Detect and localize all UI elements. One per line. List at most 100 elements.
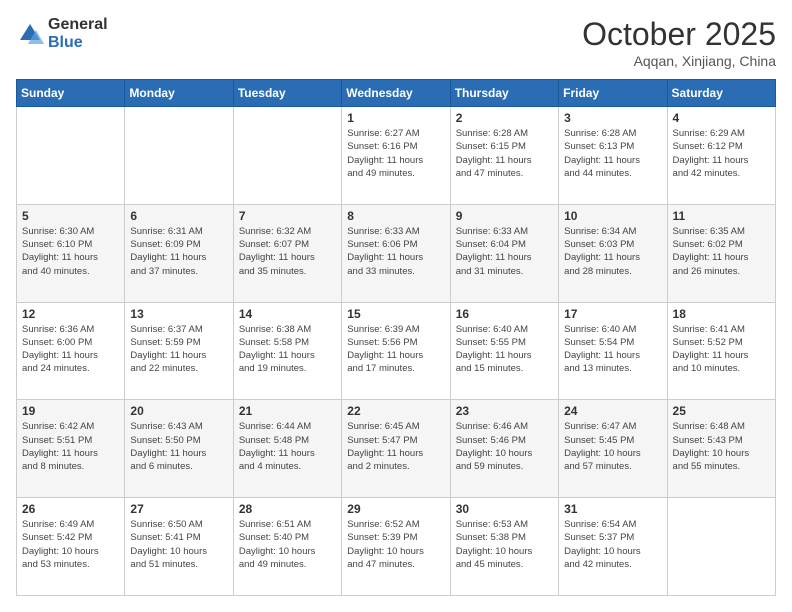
day-number: 18 [673, 307, 770, 321]
day-info: Sunrise: 6:29 AM Sunset: 6:12 PM Dayligh… [673, 127, 770, 180]
day-info: Sunrise: 6:31 AM Sunset: 6:09 PM Dayligh… [130, 225, 227, 278]
calendar-week-row: 5 Sunrise: 6:30 AM Sunset: 6:10 PM Daylig… [17, 204, 776, 302]
day-number: 22 [347, 404, 444, 418]
table-row: 31 Sunrise: 6:54 AM Sunset: 5:37 PM Dayli… [559, 498, 667, 596]
day-number: 13 [130, 307, 227, 321]
table-row [125, 107, 233, 205]
day-number: 23 [456, 404, 553, 418]
table-row [17, 107, 125, 205]
location: Aqqan, Xinjiang, China [582, 53, 776, 69]
day-info: Sunrise: 6:42 AM Sunset: 5:51 PM Dayligh… [22, 420, 119, 473]
day-number: 15 [347, 307, 444, 321]
day-info: Sunrise: 6:50 AM Sunset: 5:41 PM Dayligh… [130, 518, 227, 571]
table-row: 3 Sunrise: 6:28 AM Sunset: 6:13 PM Daylig… [559, 107, 667, 205]
day-info: Sunrise: 6:43 AM Sunset: 5:50 PM Dayligh… [130, 420, 227, 473]
table-row: 30 Sunrise: 6:53 AM Sunset: 5:38 PM Dayli… [450, 498, 558, 596]
title-block: October 2025 Aqqan, Xinjiang, China [582, 16, 776, 69]
day-info: Sunrise: 6:28 AM Sunset: 6:13 PM Dayligh… [564, 127, 661, 180]
calendar-week-row: 19 Sunrise: 6:42 AM Sunset: 5:51 PM Dayli… [17, 400, 776, 498]
day-info: Sunrise: 6:46 AM Sunset: 5:46 PM Dayligh… [456, 420, 553, 473]
day-info: Sunrise: 6:38 AM Sunset: 5:58 PM Dayligh… [239, 323, 336, 376]
day-info: Sunrise: 6:40 AM Sunset: 5:54 PM Dayligh… [564, 323, 661, 376]
col-tuesday: Tuesday [233, 80, 341, 107]
day-number: 25 [673, 404, 770, 418]
day-info: Sunrise: 6:40 AM Sunset: 5:55 PM Dayligh… [456, 323, 553, 376]
col-sunday: Sunday [17, 80, 125, 107]
col-thursday: Thursday [450, 80, 558, 107]
calendar-week-row: 26 Sunrise: 6:49 AM Sunset: 5:42 PM Dayli… [17, 498, 776, 596]
day-info: Sunrise: 6:37 AM Sunset: 5:59 PM Dayligh… [130, 323, 227, 376]
table-row: 18 Sunrise: 6:41 AM Sunset: 5:52 PM Dayli… [667, 302, 775, 400]
table-row [667, 498, 775, 596]
day-number: 19 [22, 404, 119, 418]
table-row: 25 Sunrise: 6:48 AM Sunset: 5:43 PM Dayli… [667, 400, 775, 498]
day-info: Sunrise: 6:30 AM Sunset: 6:10 PM Dayligh… [22, 225, 119, 278]
table-row: 17 Sunrise: 6:40 AM Sunset: 5:54 PM Dayli… [559, 302, 667, 400]
day-info: Sunrise: 6:49 AM Sunset: 5:42 PM Dayligh… [22, 518, 119, 571]
table-row: 12 Sunrise: 6:36 AM Sunset: 6:00 PM Dayli… [17, 302, 125, 400]
day-info: Sunrise: 6:36 AM Sunset: 6:00 PM Dayligh… [22, 323, 119, 376]
day-number: 28 [239, 502, 336, 516]
table-row: 14Sunrise: 6:38 AM Sunset: 5:58 PM Dayli… [233, 302, 341, 400]
day-number: 27 [130, 502, 227, 516]
day-info: Sunrise: 6:35 AM Sunset: 6:02 PM Dayligh… [673, 225, 770, 278]
col-saturday: Saturday [667, 80, 775, 107]
day-info: Sunrise: 6:53 AM Sunset: 5:38 PM Dayligh… [456, 518, 553, 571]
day-number: 24 [564, 404, 661, 418]
day-info: Sunrise: 6:39 AM Sunset: 5:56 PM Dayligh… [347, 323, 444, 376]
day-info: Sunrise: 6:28 AM Sunset: 6:15 PM Dayligh… [456, 127, 553, 180]
calendar-week-row: 12 Sunrise: 6:36 AM Sunset: 6:00 PM Dayli… [17, 302, 776, 400]
page: General Blue October 2025 Aqqan, Xinjian… [0, 0, 792, 612]
day-info: Sunrise: 6:27 AM Sunset: 6:16 PM Dayligh… [347, 127, 444, 180]
day-info: Sunrise: 6:52 AM Sunset: 5:39 PM Dayligh… [347, 518, 444, 571]
day-number: 31 [564, 502, 661, 516]
day-info: Sunrise: 6:48 AM Sunset: 5:43 PM Dayligh… [673, 420, 770, 473]
day-number: 17 [564, 307, 661, 321]
table-row: 11Sunrise: 6:35 AM Sunset: 6:02 PM Dayli… [667, 204, 775, 302]
table-row: 4 Sunrise: 6:29 AM Sunset: 6:12 PM Daylig… [667, 107, 775, 205]
day-number: 16 [456, 307, 553, 321]
table-row: 13 Sunrise: 6:37 AM Sunset: 5:59 PM Dayli… [125, 302, 233, 400]
table-row: 5 Sunrise: 6:30 AM Sunset: 6:10 PM Daylig… [17, 204, 125, 302]
day-number: 1 [347, 111, 444, 125]
day-info: Sunrise: 6:44 AM Sunset: 5:48 PM Dayligh… [239, 420, 336, 473]
day-number: 2 [456, 111, 553, 125]
day-info: Sunrise: 6:41 AM Sunset: 5:52 PM Dayligh… [673, 323, 770, 376]
table-row: 1 Sunrise: 6:27 AM Sunset: 6:16 PM Daylig… [342, 107, 450, 205]
table-row: 16 Sunrise: 6:40 AM Sunset: 5:55 PM Dayli… [450, 302, 558, 400]
table-row: 7Sunrise: 6:32 AM Sunset: 6:07 PM Daylig… [233, 204, 341, 302]
day-info: Sunrise: 6:45 AM Sunset: 5:47 PM Dayligh… [347, 420, 444, 473]
col-wednesday: Wednesday [342, 80, 450, 107]
table-row: 15 Sunrise: 6:39 AM Sunset: 5:56 PM Dayli… [342, 302, 450, 400]
day-number: 4 [673, 111, 770, 125]
logo-icon [16, 20, 44, 48]
day-number: 30 [456, 502, 553, 516]
day-number: 21 [239, 404, 336, 418]
day-number: 29 [347, 502, 444, 516]
table-row: 6Sunrise: 6:31 AM Sunset: 6:09 PM Daylig… [125, 204, 233, 302]
day-info: Sunrise: 6:32 AM Sunset: 6:07 PM Dayligh… [239, 225, 336, 278]
day-number: 5 [22, 209, 119, 223]
day-info: Sunrise: 6:34 AM Sunset: 6:03 PM Dayligh… [564, 225, 661, 278]
table-row: 27 Sunrise: 6:50 AM Sunset: 5:41 PM Dayli… [125, 498, 233, 596]
table-row: 2 Sunrise: 6:28 AM Sunset: 6:15 PM Daylig… [450, 107, 558, 205]
calendar-header-row: Sunday Monday Tuesday Wednesday Thursday… [17, 80, 776, 107]
table-row: 26 Sunrise: 6:49 AM Sunset: 5:42 PM Dayli… [17, 498, 125, 596]
day-info: Sunrise: 6:47 AM Sunset: 5:45 PM Dayligh… [564, 420, 661, 473]
table-row: 10Sunrise: 6:34 AM Sunset: 6:03 PM Dayli… [559, 204, 667, 302]
logo-text: General Blue [48, 16, 108, 52]
day-number: 3 [564, 111, 661, 125]
day-number: 26 [22, 502, 119, 516]
table-row: 19 Sunrise: 6:42 AM Sunset: 5:51 PM Dayli… [17, 400, 125, 498]
month-title: October 2025 [582, 16, 776, 53]
day-number: 8 [347, 209, 444, 223]
day-info: Sunrise: 6:54 AM Sunset: 5:37 PM Dayligh… [564, 518, 661, 571]
logo: General Blue [16, 16, 108, 52]
table-row: 8 Sunrise: 6:33 AM Sunset: 6:06 PM Daylig… [342, 204, 450, 302]
day-info: Sunrise: 6:33 AM Sunset: 6:06 PM Dayligh… [347, 225, 444, 278]
day-number: 12 [22, 307, 119, 321]
table-row: 28Sunrise: 6:51 AM Sunset: 5:40 PM Dayli… [233, 498, 341, 596]
day-number: 20 [130, 404, 227, 418]
day-number: 9 [456, 209, 553, 223]
table-row: 20 Sunrise: 6:43 AM Sunset: 5:50 PM Dayli… [125, 400, 233, 498]
